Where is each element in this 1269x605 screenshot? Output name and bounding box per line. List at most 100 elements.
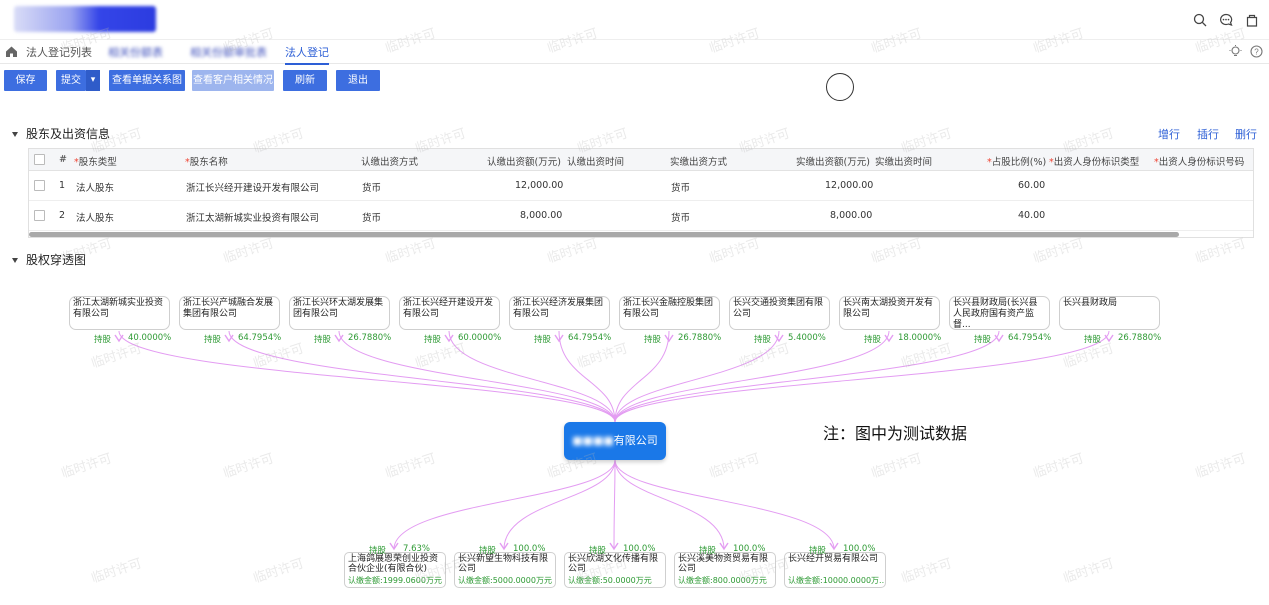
tab-legal-list[interactable]: 法人登记列表 bbox=[26, 44, 92, 60]
center-company-name: 有限公司 bbox=[613, 434, 658, 447]
col-sub-amount[interactable]: 认缴出资额(万元) bbox=[487, 154, 561, 168]
col-paid-amount[interactable]: 实缴出资额(万元) bbox=[796, 154, 870, 168]
delete-row-button[interactable]: 删行 bbox=[1235, 126, 1257, 142]
col-paid-time[interactable]: 实缴出资时间 bbox=[875, 154, 932, 168]
row-paid-method[interactable]: 货币 bbox=[671, 210, 690, 224]
shareholder-node[interactable]: 浙江长兴金融控股集团有限公司 bbox=[619, 296, 720, 330]
user-icon[interactable] bbox=[1245, 13, 1259, 27]
subsidiary-node[interactable]: 长兴欣湖文化传播有限公司 认缴金额:50.0000万元 bbox=[564, 552, 666, 588]
subsidiary-node[interactable]: 长兴溪美物资贸易有限公司 认缴金额:800.0000万元 bbox=[674, 552, 776, 588]
shareholder-table: # *股东类型 *股东名称 认缴出资方式 认缴出资额(万元) 认缴出资时间 实缴… bbox=[28, 148, 1254, 238]
add-row-button[interactable]: 增行 bbox=[1158, 126, 1180, 142]
equity-edge bbox=[503, 459, 616, 550]
shareholder-section-header[interactable]: 股东及出资信息 bbox=[12, 125, 110, 142]
shareholder-node[interactable]: 长兴县财政局 bbox=[1059, 296, 1160, 330]
subsidiary-name: 长兴新望生物科技有限公司 bbox=[458, 554, 549, 574]
collapse-icon[interactable] bbox=[12, 132, 18, 137]
col-paid-method[interactable]: 实缴出资方式 bbox=[670, 154, 727, 168]
hold-label: 持股 bbox=[479, 546, 497, 556]
row-sub-method[interactable]: 货币 bbox=[362, 210, 381, 224]
row-ratio[interactable]: 40.00 bbox=[1018, 210, 1045, 221]
shareholder-node[interactable]: 浙江太湖新城实业投资有限公司 bbox=[69, 296, 170, 330]
row-ratio[interactable]: 60.00 bbox=[1018, 180, 1045, 191]
watermark-text: 临时许可 bbox=[383, 451, 438, 482]
table-row[interactable]: 2 法人股东 浙江太湖新城实业投资有限公司 货币 8,000.00 货币 8,0… bbox=[29, 202, 1253, 231]
exit-button[interactable]: 退出 bbox=[336, 70, 380, 91]
subsidiary-node[interactable]: 上海鸽展恩荣创业投资合伙企业(有限合伙) 认缴金额:1999.0600万元 bbox=[344, 552, 446, 588]
loading-spinner bbox=[826, 73, 854, 101]
hold-percent: 100.0% bbox=[733, 544, 766, 554]
row-sub-amount[interactable]: 8,000.00 bbox=[520, 210, 562, 221]
shareholder-node[interactable]: 长兴县财政局(长兴县人民政府国有资产监督... bbox=[949, 296, 1050, 330]
center-company-node[interactable]: ■■■■有限公司 bbox=[564, 422, 666, 460]
row-name[interactable]: 浙江太湖新城实业投资有限公司 bbox=[186, 210, 319, 224]
row-paid-method[interactable]: 货币 bbox=[671, 180, 690, 194]
message-icon[interactable] bbox=[1219, 13, 1233, 27]
col-sub-time[interactable]: 认缴出资时间 bbox=[567, 154, 624, 168]
row-type[interactable]: 法人股东 bbox=[76, 210, 114, 224]
watermark-text: 临时许可 bbox=[221, 451, 276, 482]
tab-share-list[interactable]: 相关份额表 bbox=[108, 44, 163, 60]
hold-label: 持股 bbox=[534, 335, 552, 345]
insert-row-button[interactable]: 插行 bbox=[1197, 126, 1219, 142]
row-name[interactable]: 浙江长兴经开建设开发有限公司 bbox=[186, 180, 319, 194]
hold-label: 持股 bbox=[369, 546, 387, 556]
row-sub-method[interactable]: 货币 bbox=[362, 180, 381, 194]
row-checkbox[interactable] bbox=[34, 180, 45, 191]
row-paid-amount[interactable]: 12,000.00 bbox=[825, 180, 873, 191]
tab-share-approval[interactable]: 相关份额审批表 bbox=[190, 44, 267, 60]
equity-edge bbox=[558, 330, 616, 423]
shareholder-node[interactable]: 浙江长兴经济发展集团有限公司 bbox=[509, 296, 610, 330]
col-id-type[interactable]: *出资人身份标识类型 bbox=[1049, 154, 1139, 168]
submit-dropdown-icon[interactable]: ▾ bbox=[86, 70, 100, 91]
bulb-icon[interactable] bbox=[1229, 45, 1242, 61]
shareholder-node[interactable]: 浙江长兴产城融合发展集团有限公司 bbox=[179, 296, 280, 330]
edge-arrow-icon bbox=[829, 542, 839, 551]
top-icons bbox=[1193, 13, 1259, 27]
row-sub-amount[interactable]: 12,000.00 bbox=[515, 180, 563, 191]
equity-edge bbox=[338, 330, 616, 423]
shareholder-node[interactable]: 长兴交通投资集团有限公司 bbox=[729, 296, 830, 330]
col-ratio[interactable]: *占股比例(%) bbox=[987, 154, 1046, 168]
test-data-note: 注：图中为测试数据 bbox=[823, 424, 968, 443]
subsidiary-node[interactable]: 长兴新望生物科技有限公司 认缴金额:5000.0000万元 bbox=[454, 552, 556, 588]
edge-arrow-icon bbox=[114, 334, 124, 343]
equity-edge bbox=[613, 459, 616, 550]
row-type[interactable]: 法人股东 bbox=[76, 180, 114, 194]
col-type[interactable]: *股东类型 bbox=[74, 154, 117, 168]
watermark-text: 临时许可 bbox=[899, 556, 954, 587]
equity-edge bbox=[614, 459, 725, 550]
view-relation-button[interactable]: 查看单据关系图 bbox=[109, 70, 185, 91]
hold-label: 持股 bbox=[1084, 335, 1102, 345]
col-sub-method[interactable]: 认缴出资方式 bbox=[361, 154, 418, 168]
view-customer-button[interactable]: 查看客户相关情况 bbox=[192, 70, 274, 91]
subsidiary-node[interactable]: 长兴经开贸易有限公司 认缴金额:10000.0000万... bbox=[784, 552, 886, 588]
row-paid-amount[interactable]: 8,000.00 bbox=[830, 210, 872, 221]
equity-edge bbox=[614, 330, 1000, 423]
tab-legal-register[interactable]: 法人登记 bbox=[285, 44, 329, 65]
submit-button[interactable]: 提交 bbox=[56, 70, 86, 91]
horizontal-scrollbar[interactable] bbox=[29, 232, 1179, 237]
save-button[interactable]: 保存 bbox=[4, 70, 47, 91]
refresh-button[interactable]: 刷新 bbox=[283, 70, 327, 91]
select-all-checkbox[interactable] bbox=[34, 154, 45, 165]
collapse-icon[interactable] bbox=[12, 258, 18, 263]
shareholder-node[interactable]: 长兴南太湖投资开发有限公司 bbox=[839, 296, 940, 330]
home-icon[interactable] bbox=[5, 45, 18, 58]
hold-percent: 26.7880% bbox=[348, 333, 392, 343]
help-icon[interactable]: ? bbox=[1250, 45, 1263, 61]
col-id-number[interactable]: *出资人身份标识号码 bbox=[1154, 154, 1244, 168]
hold-label: 持股 bbox=[94, 335, 112, 345]
edge-arrow-icon bbox=[994, 334, 1004, 343]
hold-percent: 60.0000% bbox=[458, 333, 502, 343]
hold-percent: 64.7954% bbox=[568, 333, 612, 343]
hold-label: 持股 bbox=[314, 335, 332, 345]
equity-section-header[interactable]: 股权穿透图 bbox=[12, 251, 86, 268]
center-company-name-blurred: ■■■■ bbox=[572, 434, 614, 447]
row-checkbox[interactable] bbox=[34, 210, 45, 221]
shareholder-node[interactable]: 浙江长兴环太湖发展集团有限公司 bbox=[289, 296, 390, 330]
shareholder-node[interactable]: 浙江长兴经开建设开发有限公司 bbox=[399, 296, 500, 330]
search-icon[interactable] bbox=[1193, 13, 1207, 27]
table-row[interactable]: 1 法人股东 浙江长兴经开建设开发有限公司 货币 12,000.00 货币 12… bbox=[29, 172, 1253, 201]
col-name[interactable]: *股东名称 bbox=[185, 154, 228, 168]
